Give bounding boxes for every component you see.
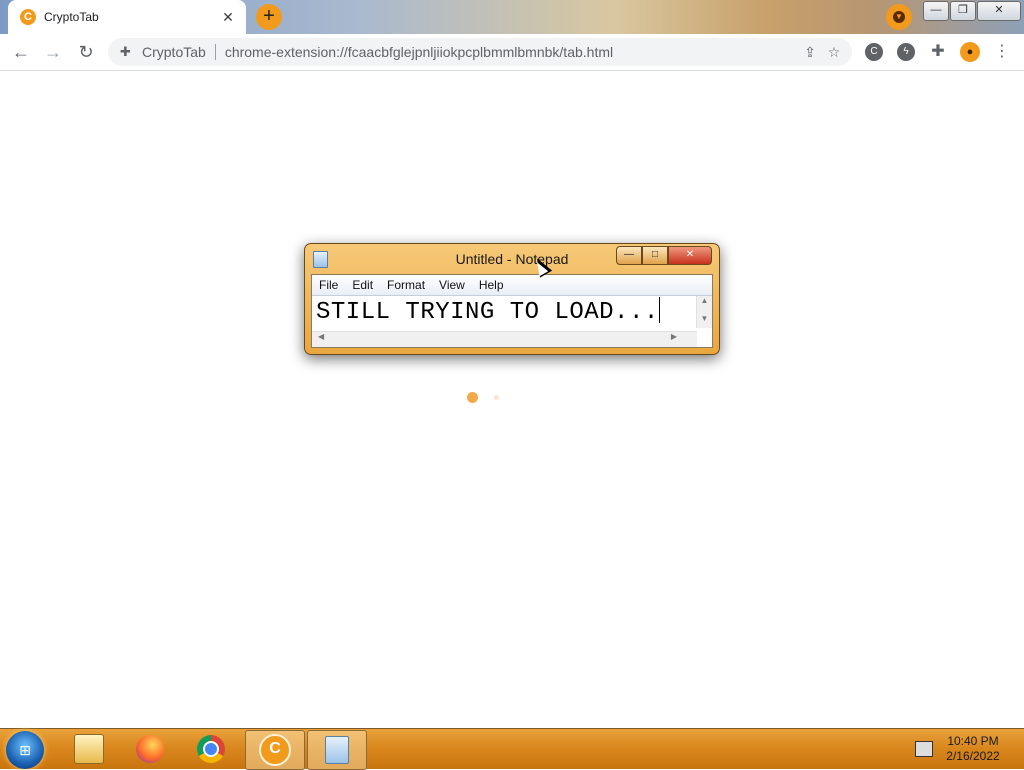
menu-view[interactable]: View	[432, 278, 472, 292]
tab-cryptotab[interactable]: C CryptoTab ✕	[8, 0, 246, 34]
clock-time: 10:40 PM	[947, 734, 999, 748]
extensions-puzzle-icon[interactable]: ✚	[929, 43, 947, 61]
forward-icon[interactable]: →	[41, 40, 65, 64]
taskbar-firefox[interactable]	[121, 730, 179, 768]
cryptotab-extension-icon[interactable]: C	[865, 43, 883, 61]
notepad-body: File Edit Format View Help STILL TRYING …	[311, 274, 713, 348]
address-bar[interactable]: ✚ CryptoTab chrome-extension://fcaacbfgl…	[108, 38, 852, 66]
tab-title: CryptoTab	[44, 10, 99, 24]
windows-logo-icon: ⊞	[19, 742, 31, 758]
window-close-button[interactable]: ✕	[977, 1, 1021, 21]
windows-taskbar: ⊞ C 10:40 PM 2/16/2022	[0, 728, 1024, 770]
vertical-scrollbar[interactable]: ▲ ▼	[696, 296, 712, 328]
bookmark-star-icon[interactable]: ☆	[822, 44, 846, 61]
text-caret	[658, 297, 660, 323]
taskbar-explorer[interactable]	[60, 730, 118, 768]
site-name: CryptoTab	[142, 44, 206, 60]
cryptotab-favicon-icon: C	[20, 9, 36, 25]
horizontal-scrollbar[interactable]: ◀ ▶	[312, 331, 697, 347]
taskbar-cryptotab[interactable]: C	[245, 730, 305, 770]
clock-date: 2/16/2022	[946, 749, 1000, 763]
loading-dot-active	[467, 392, 478, 403]
system-clock[interactable]: 10:40 PM 2/16/2022	[935, 734, 1011, 764]
menu-format[interactable]: Format	[380, 278, 432, 292]
chrome-icon	[197, 735, 225, 763]
menu-help[interactable]: Help	[472, 278, 511, 292]
back-icon[interactable]: ←	[9, 40, 33, 64]
url-text[interactable]: chrome-extension://fcaacbfglejpnljiiokpc…	[225, 44, 798, 60]
notepad-minimize-button[interactable]: —	[616, 246, 642, 265]
notepad-close-button[interactable]: ✕	[668, 246, 712, 265]
notepad-menubar: File Edit Format View Help	[312, 275, 712, 296]
new-tab-button[interactable]: +	[256, 4, 282, 30]
notepad-text-area[interactable]: STILL TRYING TO LOAD...	[316, 297, 660, 326]
menu-kebab-icon[interactable]: ⋮	[993, 43, 1011, 61]
windows-explorer-icon	[74, 734, 104, 764]
profile-avatar-icon[interactable]: ●	[960, 42, 980, 62]
menu-file[interactable]: File	[312, 278, 345, 292]
lightning-extension-icon[interactable]: ϟ	[897, 43, 915, 61]
taskbar-notepad[interactable]	[307, 730, 367, 770]
extension-icon: ✚	[120, 44, 131, 59]
notepad-icon	[325, 736, 349, 764]
cryptotab-icon: C	[259, 734, 291, 766]
network-tray-icon[interactable]	[915, 741, 933, 757]
notepad-maximize-button[interactable]: □	[642, 246, 668, 265]
reload-icon[interactable]: ↻	[74, 40, 98, 64]
notepad-window[interactable]: Untitled - Notepad — □ ✕ File Edit Forma…	[304, 243, 720, 355]
window-minimize-button[interactable]: —	[923, 1, 949, 21]
browser-tabstrip: C CryptoTab ✕ + ▼ — ❐ ✕	[0, 0, 1024, 34]
divider	[214, 44, 216, 60]
taskbar-chrome[interactable]	[182, 730, 240, 768]
tab-close-icon[interactable]: ✕	[220, 9, 236, 26]
browser-toolbar: ← → ↻ ✚ CryptoTab chrome-extension://fca…	[0, 34, 1024, 71]
firefox-icon	[136, 735, 164, 763]
tab-search-button[interactable]: ▼	[886, 4, 912, 30]
chevron-down-icon: ▼	[893, 11, 905, 23]
share-icon[interactable]: ⇪	[798, 44, 822, 61]
notepad-text: STILL TRYING TO LOAD...	[316, 299, 659, 326]
window-restore-button[interactable]: ❐	[950, 1, 976, 21]
menu-edit[interactable]: Edit	[345, 278, 380, 292]
start-button[interactable]: ⊞	[6, 731, 44, 769]
loading-dot	[494, 395, 499, 400]
